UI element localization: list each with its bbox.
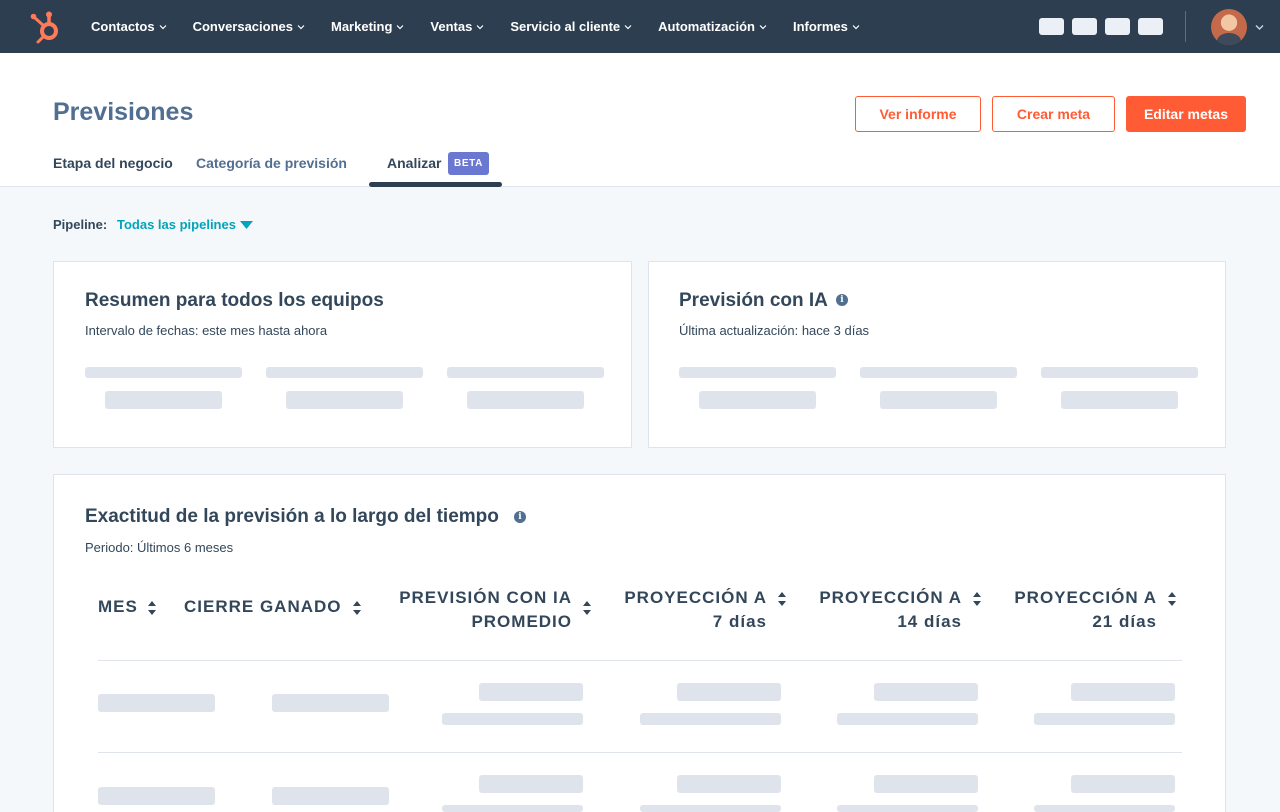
chevron-down-icon — [297, 24, 305, 29]
chevron-down-icon[interactable] — [1255, 24, 1264, 31]
sort-icon[interactable] — [972, 589, 982, 609]
nav-divider — [1185, 11, 1186, 42]
loading-placeholder — [286, 391, 403, 409]
column-header-month[interactable]: MES — [98, 595, 138, 619]
column-header-closed-won[interactable]: CIERRE GANADO — [184, 595, 342, 619]
loading-placeholder — [479, 775, 583, 793]
nav-item-marketing[interactable]: Marketing — [331, 19, 404, 34]
loading-placeholder — [874, 775, 978, 793]
loading-placeholder — [442, 713, 583, 725]
pipeline-dropdown[interactable]: Todas las pipelines — [117, 217, 236, 232]
accuracy-card-subtitle: Periodo: Últimos 6 meses — [85, 540, 234, 555]
loading-placeholder — [1071, 775, 1175, 793]
nav-utility-button[interactable] — [1039, 18, 1064, 35]
hubspot-logo-icon[interactable] — [28, 9, 64, 45]
loading-placeholder — [679, 367, 836, 378]
chevron-down-icon — [159, 24, 166, 29]
loading-placeholder — [860, 367, 1017, 378]
sort-icon[interactable] — [777, 589, 787, 609]
sort-icon[interactable] — [1167, 589, 1177, 609]
sort-icon[interactable] — [147, 598, 157, 618]
loading-placeholder — [1034, 805, 1175, 812]
nav-item-conversaciones[interactable]: Conversaciones — [193, 19, 305, 34]
table-row-divider — [98, 752, 1182, 753]
caret-down-icon[interactable] — [240, 221, 253, 229]
loading-placeholder — [640, 805, 781, 812]
info-icon[interactable]: i — [836, 294, 848, 306]
loading-placeholder — [98, 694, 215, 712]
loading-placeholder — [85, 367, 242, 378]
nav-menu: Contactos Conversaciones Marketing Venta… — [91, 0, 886, 53]
loading-placeholder — [640, 713, 781, 725]
loading-placeholder — [677, 775, 781, 793]
page-title: Previsiones — [53, 98, 194, 126]
column-header-ai-forecast[interactable]: PREVISIÓN CON IA PROMEDIO — [380, 586, 572, 634]
loading-placeholder — [479, 683, 583, 701]
loading-placeholder — [105, 391, 222, 409]
summary-card-title: Resumen para todos los equipos — [85, 290, 384, 311]
beta-badge: BETA — [448, 152, 489, 175]
column-header-projection-7[interactable]: PROYECCIÓN A 7 días — [605, 586, 767, 634]
chevron-down-icon — [476, 24, 484, 29]
loading-placeholder — [677, 683, 781, 701]
nav-utility-button[interactable] — [1138, 18, 1163, 35]
accuracy-card-title: Exactitud de la previsión a lo largo del… — [85, 506, 499, 527]
loading-placeholder — [272, 694, 389, 712]
nav-item-automatizacion[interactable]: Automatización — [658, 19, 767, 34]
summary-card: Resumen para todos los equipos Intervalo… — [53, 261, 632, 448]
loading-placeholder — [272, 787, 389, 805]
chevron-down-icon — [396, 24, 404, 29]
summary-card-subtitle: Intervalo de fechas: este mes hasta ahor… — [85, 323, 328, 338]
tab-analyze[interactable]: Analizar — [387, 155, 441, 171]
loading-placeholder — [880, 391, 997, 409]
sort-icon[interactable] — [352, 598, 362, 618]
nav-item-informes[interactable]: Informes — [793, 19, 860, 34]
tab-forecast-category[interactable]: Categoría de previsión — [196, 155, 347, 171]
column-header-projection-21[interactable]: PROYECCIÓN A 21 días — [995, 586, 1157, 634]
top-navigation: Contactos Conversaciones Marketing Venta… — [0, 0, 1280, 53]
tab-deal-stage[interactable]: Etapa del negocio — [53, 155, 173, 171]
loading-placeholder — [1041, 367, 1198, 378]
column-header-projection-14[interactable]: PROYECCIÓN A 14 días — [800, 586, 962, 634]
active-tab-indicator — [369, 182, 502, 187]
loading-placeholder — [1071, 683, 1175, 701]
nav-utility-button[interactable] — [1072, 18, 1097, 35]
loading-placeholder — [467, 391, 584, 409]
nav-item-servicio[interactable]: Servicio al cliente — [510, 19, 632, 34]
loading-placeholder — [837, 805, 978, 812]
nav-item-ventas[interactable]: Ventas — [430, 19, 484, 34]
loading-placeholder — [1034, 713, 1175, 725]
ai-forecast-card-title: Previsión con IA — [679, 290, 828, 311]
loading-placeholder — [442, 805, 583, 812]
loading-placeholder — [266, 367, 423, 378]
loading-placeholder — [837, 713, 978, 725]
chevron-down-icon — [759, 24, 767, 29]
loading-placeholder — [699, 391, 816, 409]
ai-forecast-card: Previsión con IA i Última actualización:… — [648, 261, 1226, 448]
create-goal-button[interactable]: Crear meta — [992, 96, 1115, 132]
avatar[interactable] — [1211, 9, 1247, 45]
chevron-down-icon — [852, 24, 860, 29]
nav-item-contactos[interactable]: Contactos — [91, 19, 167, 34]
chevron-down-icon — [624, 24, 632, 29]
info-icon[interactable]: i — [514, 511, 526, 523]
loading-placeholder — [447, 367, 604, 378]
nav-utility-button[interactable] — [1105, 18, 1130, 35]
ai-forecast-card-subtitle: Última actualización: hace 3 días — [679, 323, 870, 338]
view-report-button[interactable]: Ver informe — [855, 96, 981, 132]
table-row-divider — [98, 660, 1182, 661]
loading-placeholder — [874, 683, 978, 701]
page-header: Previsiones Ver informe Crear meta Edita… — [0, 53, 1280, 187]
forecast-accuracy-card: Exactitud de la previsión a lo largo del… — [53, 474, 1226, 812]
edit-goals-button[interactable]: Editar metas — [1126, 96, 1246, 132]
loading-placeholder — [98, 787, 215, 805]
sort-icon[interactable] — [582, 598, 592, 618]
loading-placeholder — [1061, 391, 1178, 409]
pipeline-label: Pipeline: — [53, 217, 108, 232]
